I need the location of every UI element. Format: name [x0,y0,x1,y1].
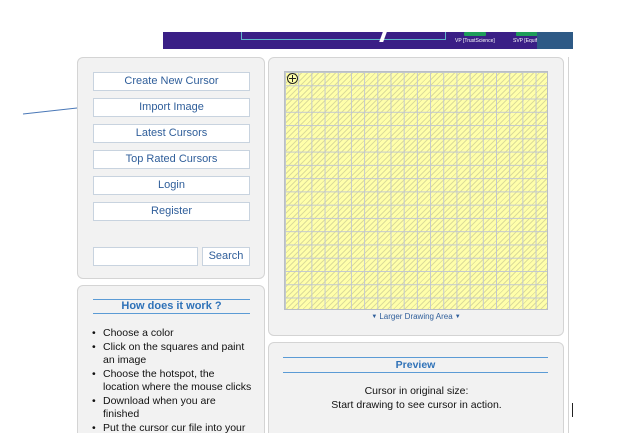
search-input[interactable] [93,247,198,266]
step-item: Choose a color [92,327,252,341]
create-new-cursor-button[interactable]: Create New Cursor [93,72,250,91]
banner-frame [241,32,446,40]
triangle-down-icon: ▼ [371,314,378,320]
top-rated-cursors-button[interactable]: Top Rated Cursors [93,150,250,169]
preview-line-original-size: Cursor in original size: [364,385,469,397]
ad-banner[interactable]: VP [TrustScience] SVP [Equifax] [163,32,573,49]
how-it-works-panel: How does it work ? Choose a color Click … [77,285,265,433]
register-button[interactable]: Register [93,202,250,221]
sidebar-menu: Create New Cursor Import Image Latest Cu… [77,57,265,279]
banner-caption-left: VP [TrustScience] [455,38,495,44]
preview-title: Preview [283,357,548,373]
step-item: Download when you are finished [92,395,252,422]
how-it-works-title: How does it work ? [93,299,250,314]
step-item: Put the cursor cur file into your [92,422,252,433]
preview-line-start-drawing: Start drawing to see cursor in action. [331,399,502,411]
larger-drawing-area-label: Larger Drawing Area [379,312,453,321]
login-button[interactable]: Login [93,176,250,195]
preview-panel: Preview Cursor in original size: Start d… [268,342,564,433]
drawing-grid[interactable] [284,71,548,310]
step-item: Choose the hotspot, the location where t… [92,368,252,395]
how-it-works-steps: Choose a color Click on the squares and … [92,327,252,433]
crosshair-icon[interactable] [287,73,298,84]
import-image-button[interactable]: Import Image [93,98,250,117]
text-cursor-mark [572,403,573,417]
banner-right-block [537,32,573,49]
triangle-down-icon: ▼ [454,314,461,320]
right-panel-edge [568,57,574,433]
banner-badge-left [464,32,486,36]
latest-cursors-button[interactable]: Latest Cursors [93,124,250,143]
search-button[interactable]: Search [202,247,250,266]
larger-drawing-area-link[interactable]: ▼ Larger Drawing Area ▼ [284,312,548,321]
step-item: Click on the squares and paint an image [92,341,252,368]
